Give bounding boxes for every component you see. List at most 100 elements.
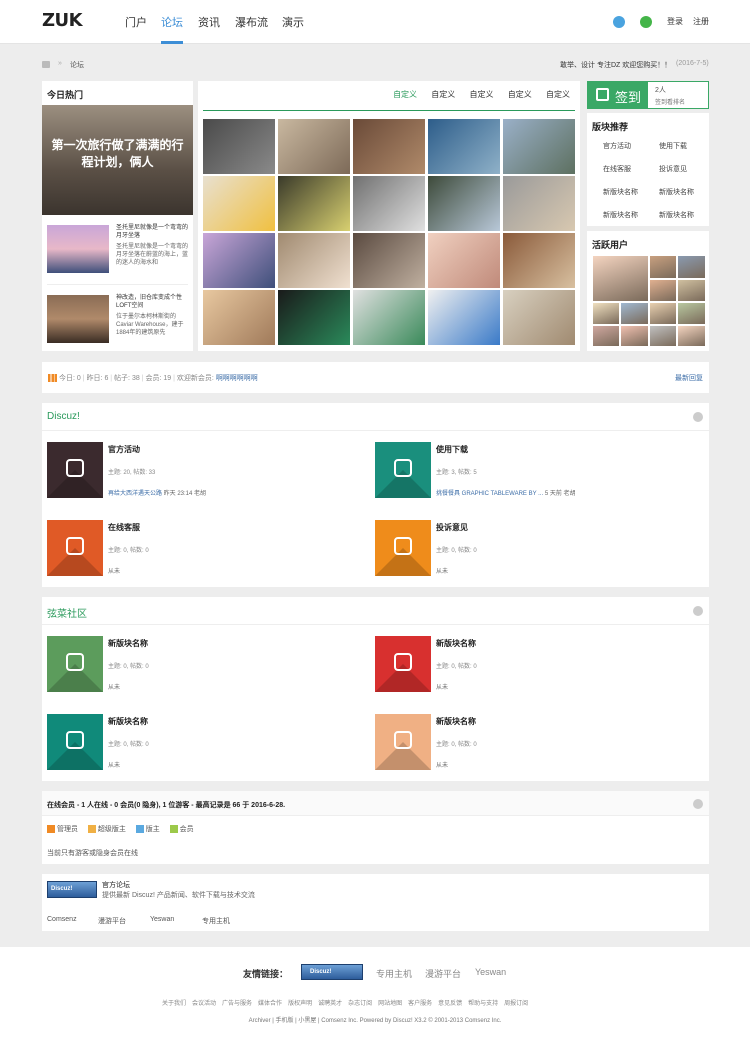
clock-icon[interactable] (375, 636, 431, 692)
recommend-item[interactable]: 在线客服 (603, 164, 631, 174)
gallery-thumbnail[interactable] (353, 119, 425, 174)
checkin-button[interactable]: 签到 (588, 82, 648, 108)
gallery-thumbnail[interactable] (278, 176, 350, 231)
chart-icon[interactable] (47, 442, 103, 498)
text-link[interactable]: 漫游平台 (98, 916, 126, 926)
avatar[interactable] (593, 303, 619, 324)
friend-link[interactable]: 漫游平台 (425, 967, 461, 980)
discuz-footer-logo[interactable]: Discuz! (301, 964, 363, 980)
gallery-thumbnail[interactable] (428, 233, 500, 288)
collapse-icon[interactable] (693, 799, 703, 809)
footer-link[interactable]: 帮助与支持 (468, 1001, 498, 1007)
paperplane-icon[interactable] (375, 520, 431, 576)
avatar[interactable] (650, 303, 676, 324)
hot-item-title[interactable]: 圣托里尼就像是一个弯弯的月牙坐落 (116, 224, 188, 240)
avatar[interactable] (650, 256, 676, 278)
gallery-thumbnail[interactable] (203, 119, 275, 174)
forum-name[interactable]: 新版块名称 (108, 638, 148, 649)
tab-custom-1[interactable]: 自定义 (393, 90, 417, 99)
avatar[interactable] (678, 326, 705, 346)
nav-news[interactable]: 资讯 (198, 14, 220, 30)
gallery-thumbnail[interactable] (278, 233, 350, 288)
forum-name[interactable]: 官方活动 (108, 444, 140, 455)
gallery-thumbnail[interactable] (428, 290, 500, 345)
footer-link[interactable]: 版权声明 (288, 1001, 312, 1007)
gallery-thumbnail[interactable] (353, 290, 425, 345)
avatar[interactable] (650, 280, 676, 301)
text-link[interactable]: 专用主机 (202, 916, 230, 926)
job-icon[interactable] (375, 714, 431, 770)
gallery-thumbnail[interactable] (278, 119, 350, 174)
gallery-thumbnail[interactable] (428, 176, 500, 231)
avatar[interactable] (678, 303, 705, 324)
text-link[interactable]: Yeswan (150, 916, 174, 923)
nav-forum[interactable]: 论坛 (161, 14, 183, 30)
avatar[interactable] (621, 303, 648, 324)
gallery-thumbnail[interactable] (503, 233, 575, 288)
hot-item-thumb[interactable] (47, 295, 109, 343)
gallery-thumbnail[interactable] (278, 290, 350, 345)
avatar[interactable] (650, 326, 676, 346)
forum-name[interactable]: 新版块名称 (108, 716, 148, 727)
friend-link[interactable]: Yeswan (475, 967, 506, 977)
gallery-thumbnail[interactable] (203, 176, 275, 231)
forum-name[interactable]: 新版块名称 (436, 638, 476, 649)
avatar[interactable] (678, 280, 705, 301)
recommend-item[interactable]: 官方活动 (603, 141, 631, 151)
recommend-item[interactable]: 使用下载 (659, 141, 687, 151)
collapse-icon[interactable] (693, 606, 703, 616)
gallery-thumbnail[interactable] (503, 176, 575, 231)
last-post-link[interactable]: 再给大西洋遇天公路 (108, 491, 164, 497)
wechat-icon[interactable] (640, 16, 652, 28)
gallery-thumbnail[interactable] (428, 119, 500, 174)
footer-link[interactable]: 意见反馈 (438, 1001, 462, 1007)
home-icon[interactable] (42, 61, 50, 68)
avatar[interactable] (621, 326, 648, 346)
discuz-logo[interactable]: Discuz! (47, 881, 97, 898)
footer-link[interactable]: 网站地图 (378, 1001, 402, 1007)
breadcrumb-forum[interactable]: 论坛 (70, 60, 84, 70)
gallery-thumbnail[interactable] (353, 233, 425, 288)
umbrella-icon[interactable] (47, 520, 103, 576)
hot-item-thumb[interactable] (47, 225, 109, 273)
last-post-link[interactable]: 挑餐餐具 GRAPHIC TABLEWARE BY ... (436, 491, 545, 497)
link-site-title[interactable]: 官方论坛 (102, 880, 130, 890)
hot-banner[interactable]: 第一次旅行做了满满的行程计划，俩人 (42, 105, 193, 215)
avatar[interactable] (593, 256, 648, 301)
recommend-item[interactable]: 投诉意见 (659, 164, 687, 174)
recommend-item[interactable]: 新版块名称 (603, 210, 638, 220)
site-notice[interactable]: 敢举、设计 专注DZ 欢迎您购买！！ (560, 60, 671, 70)
tab-custom-3[interactable]: 自定义 (470, 90, 494, 99)
tab-custom-4[interactable]: 自定义 (508, 90, 532, 99)
gallery-thumbnail[interactable] (353, 176, 425, 231)
login-link[interactable]: 登录 (667, 16, 683, 27)
nav-portal[interactable]: 门户 (125, 14, 147, 30)
pin-icon[interactable] (47, 714, 103, 770)
recommend-item[interactable]: 新版块名称 (659, 210, 694, 220)
footer-link[interactable]: 媒体合作 (258, 1001, 282, 1007)
footer-link[interactable]: 关于我们 (162, 1001, 186, 1007)
category-title[interactable]: Discuz! (47, 411, 80, 422)
avatar[interactable] (678, 256, 705, 278)
footer-link[interactable]: 广告与服务 (222, 1001, 252, 1007)
avatar[interactable] (593, 326, 619, 346)
category-title[interactable]: 弦菜社区 (47, 605, 87, 620)
footer-link[interactable]: 会议活动 (192, 1001, 216, 1007)
site-logo[interactable]: ZUK (42, 10, 83, 31)
bulb-icon[interactable] (47, 636, 103, 692)
nav-waterfall[interactable]: 瀑布流 (235, 14, 268, 30)
forum-name[interactable]: 使用下载 (436, 444, 468, 455)
friend-link[interactable]: 专用主机 (376, 967, 412, 980)
gallery-thumbnail[interactable] (503, 290, 575, 345)
recommend-item[interactable]: 新版块名称 (659, 187, 694, 197)
recommend-item[interactable]: 新版块名称 (603, 187, 638, 197)
text-link[interactable]: Comsenz (47, 916, 77, 923)
forum-name[interactable]: 投诉意见 (436, 522, 468, 533)
latest-reply-link[interactable]: 最新回复 (675, 373, 703, 383)
newest-member-link[interactable]: 啊啊啊啊啊啊 (216, 375, 258, 382)
gallery-thumbnail[interactable] (503, 119, 575, 174)
tab-custom-2[interactable]: 自定义 (431, 90, 455, 99)
nav-demo[interactable]: 演示 (282, 14, 304, 30)
register-link[interactable]: 注册 (693, 16, 709, 27)
collapse-icon[interactable] (693, 412, 703, 422)
